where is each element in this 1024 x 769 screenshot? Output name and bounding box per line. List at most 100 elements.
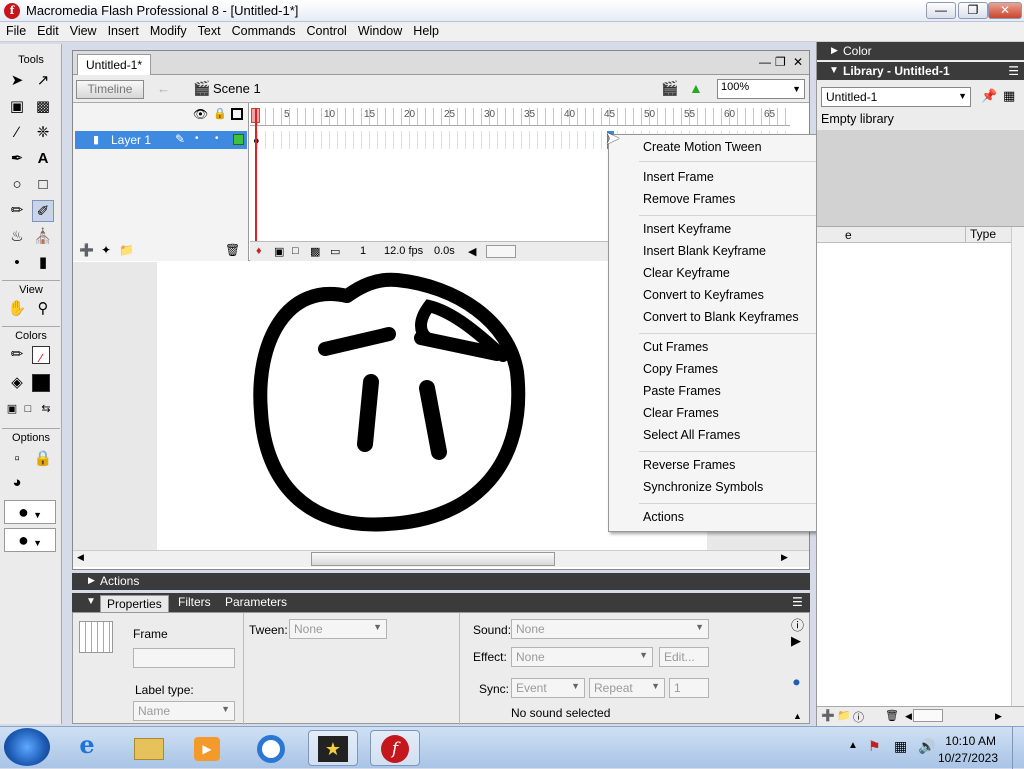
ctx-insert-frame[interactable]: Insert Frame <box>643 170 714 184</box>
stage-horizontal-scrollbar[interactable]: ◀ ▶ <box>73 550 809 567</box>
volume-icon[interactable]: 🔊 <box>918 738 935 755</box>
accessibility-icon[interactable]: ⚫ <box>791 675 802 691</box>
document-tab[interactable]: Untitled-1* <box>77 54 152 75</box>
scroll-right-arrow-icon[interactable]: ▶ <box>781 552 788 563</box>
frame-ruler[interactable]: 1 5 10 15 20 25 30 35 40 45 50 55 60 65 <box>250 108 790 126</box>
clock-time[interactable]: 10:10 AM <box>945 734 996 748</box>
properties-icon[interactable]: ⓘ <box>853 709 864 725</box>
doc-minimize-icon[interactable]: — <box>759 55 771 69</box>
text-tool-icon[interactable]: A <box>32 148 54 170</box>
restore-button[interactable]: ❐ <box>958 2 988 19</box>
menu-help[interactable]: Help <box>407 22 444 42</box>
swap-colors-icon[interactable]: ⇆ <box>38 398 54 420</box>
actions-panel-header[interactable]: ▶ Actions <box>72 573 810 590</box>
library-document-select[interactable]: Untitled-1 ▼ <box>821 87 971 107</box>
file-explorer-icon[interactable] <box>124 730 174 766</box>
lock-fill-icon[interactable]: 🔒 <box>32 448 54 470</box>
ctx-convert-to-blank-keyframes[interactable]: Convert to Blank Keyframes <box>643 310 799 324</box>
timeline-scroll-thumb[interactable] <box>486 245 516 258</box>
edit-symbols-icon[interactable]: ▲ <box>689 80 703 96</box>
layer-row[interactable]: ▮ Layer 1 ✎ • • <box>75 131 247 149</box>
edit-multiple-icon[interactable]: ▩ <box>310 245 320 258</box>
edit-sound-button[interactable]: Edit... <box>659 647 709 667</box>
label-type-select[interactable]: Name ▼ <box>133 701 235 721</box>
doc-restore-icon[interactable]: ❐ <box>775 55 786 69</box>
library-panel-header[interactable]: ▼ Library - Untitled-1 ☰ <box>817 62 1024 80</box>
pen-tool-icon[interactable]: ✒ <box>6 148 28 170</box>
ctx-insert-blank-keyframe[interactable]: Insert Blank Keyframe <box>643 244 766 258</box>
menu-file[interactable]: File <box>0 22 31 42</box>
sound-select[interactable]: None ▼ <box>511 619 709 639</box>
edit-in-place-icon[interactable]: ▶ <box>791 633 801 649</box>
ctx-insert-keyframe[interactable]: Insert Keyframe <box>643 222 731 236</box>
add-guide-layer-icon[interactable]: ✦ <box>101 243 111 257</box>
timeline-toggle-button[interactable]: Timeline <box>76 80 144 99</box>
black-white-icon[interactable]: ▣ <box>4 398 20 420</box>
menu-control[interactable]: Control <box>301 22 352 42</box>
internet-explorer-icon[interactable]: e <box>62 730 112 766</box>
onion-markers-icon[interactable]: ▭ <box>330 245 340 258</box>
column-name-header[interactable]: e <box>845 228 852 242</box>
new-folder-icon[interactable]: 📁 <box>837 709 851 722</box>
menu-modify[interactable]: Modify <box>144 22 192 42</box>
media-player-icon[interactable]: ▶ <box>182 730 232 766</box>
brush-shape-select[interactable]: ● ▼ <box>4 528 56 552</box>
tab-parameters[interactable]: Parameters <box>225 595 287 609</box>
scroll-left-icon[interactable]: ◀ <box>468 245 476 258</box>
layer-color-icon[interactable] <box>233 134 244 145</box>
visible-dot-icon[interactable]: • <box>195 133 199 144</box>
brush-tool-icon[interactable]: ✐ <box>32 200 54 222</box>
center-frame-icon[interactable]: ♦ <box>256 245 262 257</box>
pencil-tool-icon[interactable]: ✏ <box>6 200 28 222</box>
pin-library-icon[interactable]: 📌 <box>981 88 997 104</box>
zoom-tool-icon[interactable]: ⚲ <box>32 298 54 320</box>
show-hidden-icons[interactable]: ▲ <box>848 740 858 751</box>
onion-outline-icon[interactable]: □ <box>292 245 299 257</box>
onion-skin-icon[interactable]: ▣ <box>274 245 284 258</box>
menu-insert[interactable]: Insert <box>102 22 144 42</box>
ctx-select-all-frames[interactable]: Select All Frames <box>643 428 740 442</box>
oval-tool-icon[interactable]: ○ <box>6 174 28 196</box>
brush-shape-option-icon[interactable]: ◕ <box>6 472 28 494</box>
scroll-thumb[interactable] <box>311 552 555 566</box>
eyedropper-tool-icon[interactable]: • <box>6 252 28 274</box>
menu-commands[interactable]: Commands <box>226 22 301 42</box>
effect-select[interactable]: None ▼ <box>511 647 653 667</box>
edit-scene-icon[interactable]: 🎬 <box>661 80 678 97</box>
menu-view[interactable]: View <box>64 22 102 42</box>
fill-color-swatch[interactable] <box>32 374 50 392</box>
lock-icon[interactable]: 🔒 <box>213 107 227 120</box>
back-arrow-icon[interactable]: ← <box>157 81 170 96</box>
close-button[interactable]: ✕ <box>988 2 1022 19</box>
stroke-color-icon[interactable]: ✏ <box>6 344 28 366</box>
clock-date[interactable]: 10/27/2023 <box>938 751 998 765</box>
zoom-select[interactable]: 100% ▼ <box>717 79 805 99</box>
library-vertical-scrollbar[interactable] <box>1011 227 1024 707</box>
help-icon[interactable]: ⓘ <box>791 615 804 634</box>
scroll-left-arrow-icon[interactable]: ◀ <box>77 552 84 563</box>
tab-properties[interactable]: Properties <box>100 595 169 612</box>
menu-text[interactable]: Text <box>192 22 226 42</box>
tween-select[interactable]: None ▼ <box>289 619 387 639</box>
delete-layer-icon[interactable]: 🗑 <box>225 243 240 257</box>
show-hide-icon[interactable]: 👁 <box>193 107 208 121</box>
tab-filters[interactable]: Filters <box>178 595 211 609</box>
minimize-button[interactable]: — <box>926 2 956 19</box>
line-tool-icon[interactable]: ∕ <box>6 122 28 144</box>
ink-bottle-tool-icon[interactable]: ♨ <box>6 226 28 248</box>
color-panel-header[interactable]: ▶ Color <box>817 42 1024 60</box>
ctx-convert-to-keyframes[interactable]: Convert to Keyframes <box>643 288 764 302</box>
panel-options-icon[interactable]: ☰ <box>792 595 803 609</box>
scroll-left-arrow-icon[interactable]: ◀ <box>905 711 912 722</box>
network-icon[interactable]: ▦ <box>894 738 907 755</box>
brush-mode-icon[interactable]: ▫ <box>6 448 28 470</box>
stroke-color-swatch[interactable]: ∕ <box>32 346 50 365</box>
paint-bucket-tool-icon[interactable]: ⛪ <box>32 226 54 248</box>
add-layer-icon[interactable]: ➕ <box>79 243 94 257</box>
lock-dot-icon[interactable]: • <box>215 133 219 144</box>
gradient-transform-tool-icon[interactable]: ▩ <box>32 96 54 118</box>
flash-taskbar-icon[interactable]: f <box>370 730 420 766</box>
outline-icon[interactable] <box>231 108 243 120</box>
start-button[interactable] <box>4 728 50 766</box>
hand-tool-icon[interactable]: ✋ <box>6 298 28 320</box>
